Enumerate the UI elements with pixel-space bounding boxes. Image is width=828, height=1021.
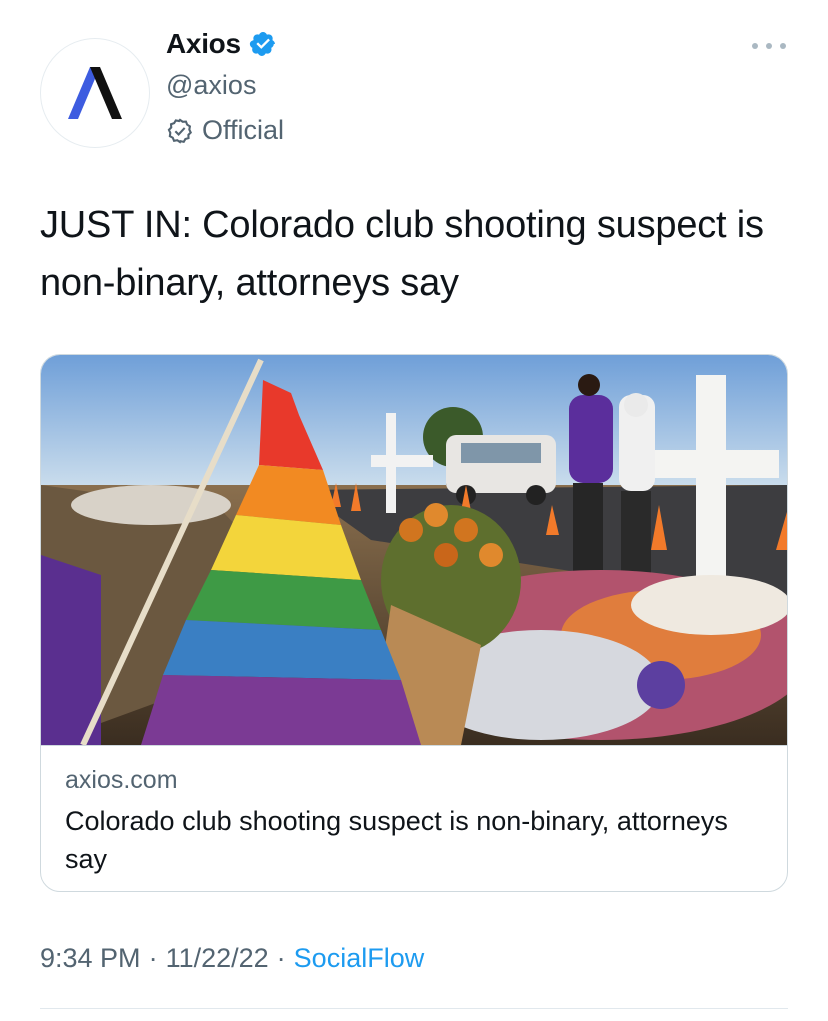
divider (40, 1008, 788, 1009)
name-row: Axios (166, 28, 277, 60)
account-handle[interactable]: @axios (166, 70, 256, 101)
link-card[interactable]: axios.com Colorado club shooting suspect… (40, 354, 788, 892)
card-title: Colorado club shooting suspect is non-bi… (65, 806, 728, 874)
meta-separator: · (148, 943, 158, 973)
verified-badge-icon (249, 32, 275, 56)
official-label-row: Official (166, 115, 284, 146)
card-body[interactable]: axios.com Colorado club shooting suspect… (41, 745, 787, 874)
card-image[interactable] (41, 355, 787, 745)
axios-logo-icon (68, 67, 122, 119)
more-options-icon[interactable] (752, 40, 786, 52)
account-name[interactable]: Axios (166, 28, 241, 60)
tweet-meta: 9:34 PM · 11/22/22 · SocialFlow (40, 943, 424, 974)
tweet-time[interactable]: 9:34 PM (40, 943, 141, 974)
tweet-date[interactable]: 11/22/22 (166, 943, 269, 974)
official-label: Official (202, 115, 285, 145)
official-check-icon (167, 117, 193, 144)
tweet-text: JUST IN: Colorado club shooting suspect … (40, 204, 764, 304)
tweet-source-link[interactable]: SocialFlow (294, 943, 425, 974)
meta-separator: · (276, 943, 286, 973)
avatar[interactable] (40, 38, 150, 148)
card-domain: axios.com (65, 766, 178, 794)
